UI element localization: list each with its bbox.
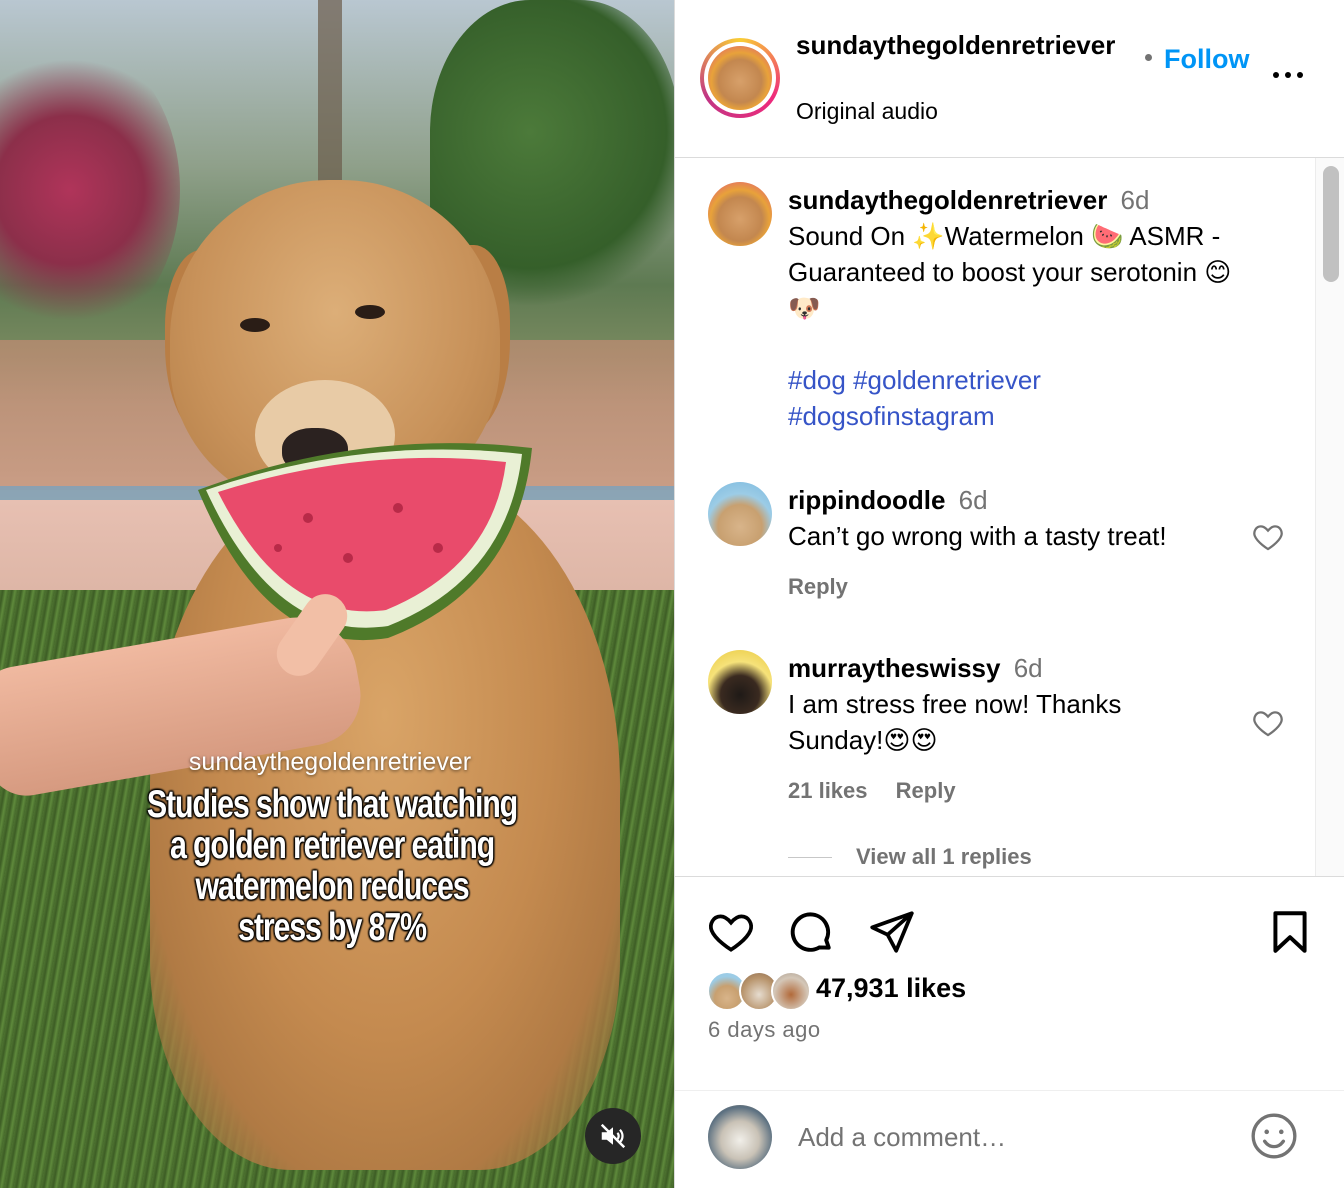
caption-time: 6d xyxy=(1120,185,1150,215)
reply-button[interactable]: Reply xyxy=(788,574,848,599)
hashtags[interactable]: #dog #goldenretriever xyxy=(788,362,1258,398)
caption-username[interactable]: sundaythegoldenretriever xyxy=(788,185,1107,215)
caption-line: Studies show that watching xyxy=(146,783,518,826)
current-user-avatar xyxy=(708,1105,772,1169)
heart-icon[interactable] xyxy=(706,907,756,957)
caption-text: 🐶 xyxy=(788,293,821,323)
comments-scrollbar-thumb[interactable] xyxy=(1323,166,1339,282)
separator-dot xyxy=(1145,54,1152,61)
comment-time: 6d xyxy=(1013,653,1043,683)
comment-body: murraytheswissy 6d I am stress free now!… xyxy=(788,650,1258,758)
liker-avatars[interactable] xyxy=(707,971,813,1011)
bookmark-icon[interactable] xyxy=(1265,907,1315,957)
author-avatar[interactable] xyxy=(708,182,772,246)
commenter-avatar[interactable] xyxy=(708,650,772,714)
smiley-icon[interactable] xyxy=(1249,1111,1299,1161)
caption-text: Guaranteed to boost your serotonin 😊 xyxy=(788,257,1232,287)
comment-meta: 21 likes Reply xyxy=(788,778,978,804)
story-ring[interactable] xyxy=(700,38,780,118)
comment-time: 6d xyxy=(958,485,988,515)
add-comment-input[interactable] xyxy=(798,1117,1218,1157)
caption-text: Sound On ✨Watermelon 🍉 ASMR - xyxy=(788,221,1221,251)
caption-line: a golden retriever eating xyxy=(169,824,495,867)
replies-divider-line xyxy=(788,856,832,858)
paper-plane-icon[interactable] xyxy=(867,907,917,957)
comment-username[interactable]: rippindoodle xyxy=(788,485,945,515)
video-watermark-username: sundaythegoldenretriever xyxy=(188,748,472,776)
comment-like-heart-icon[interactable] xyxy=(1251,706,1285,740)
watermelon-slice xyxy=(198,443,532,641)
dog-eye-left xyxy=(240,318,270,332)
likes-count[interactable]: 47,931 likes xyxy=(816,973,966,1004)
author-avatar xyxy=(708,46,772,110)
background-flowers xyxy=(0,40,180,340)
comment-username[interactable]: murraytheswissy xyxy=(788,653,1000,683)
commenter-avatar[interactable] xyxy=(708,482,772,546)
more-options-icon[interactable] xyxy=(1273,72,1303,78)
liker-avatar xyxy=(771,971,811,1011)
post-header: sundaythegoldenretriever Original audio … xyxy=(675,0,1344,158)
comment-like-heart-icon[interactable] xyxy=(1251,520,1285,554)
mute-toggle-button[interactable] xyxy=(585,1108,641,1164)
comments-list[interactable]: sundaythegoldenretriever 6d Sound On ✨Wa… xyxy=(675,158,1315,876)
comment-bubble-icon[interactable] xyxy=(786,907,836,957)
dog-eye-right xyxy=(355,305,385,319)
audio-label[interactable]: Original audio xyxy=(796,98,938,125)
view-replies-button[interactable]: View all 1 replies xyxy=(788,844,1032,870)
post-side-panel: sundaythegoldenretriever Original audio … xyxy=(674,0,1344,1188)
hashtags[interactable]: #dogsofinstagram xyxy=(788,398,1258,434)
comment-body: rippindoodle 6d Can’t go wrong with a ta… xyxy=(788,482,1258,554)
post-actions: 47,931 likes 6 days ago xyxy=(675,876,1344,1090)
video-caption-overlay: Studies show that watching a golden retr… xyxy=(102,784,562,948)
caption-line: watermelon reduces xyxy=(195,865,469,908)
caption-line: stress by 87% xyxy=(238,906,427,949)
comment-text: Sunday!😍😍 xyxy=(788,725,938,755)
background-tree-trunk xyxy=(318,0,342,200)
follow-button[interactable]: Follow xyxy=(1164,44,1249,75)
comment-text: I am stress free now! Thanks xyxy=(788,689,1122,719)
comment-likes-count[interactable]: 21 likes xyxy=(788,778,868,803)
add-comment-bar xyxy=(675,1090,1344,1188)
view-replies-label: View all 1 replies xyxy=(856,844,1032,869)
post-timestamp: 6 days ago xyxy=(708,1017,821,1042)
reel-video[interactable]: sundaythegoldenretriever Studies show th… xyxy=(0,0,674,1188)
comment-meta: Reply xyxy=(788,574,870,600)
comment-text: Can’t go wrong with a tasty treat! xyxy=(788,521,1167,551)
speaker-muted-icon xyxy=(600,1123,626,1149)
author-username[interactable]: sundaythegoldenretriever xyxy=(796,28,1136,63)
reply-button[interactable]: Reply xyxy=(896,778,956,803)
caption-body: sundaythegoldenretriever 6d Sound On ✨Wa… xyxy=(788,182,1258,434)
